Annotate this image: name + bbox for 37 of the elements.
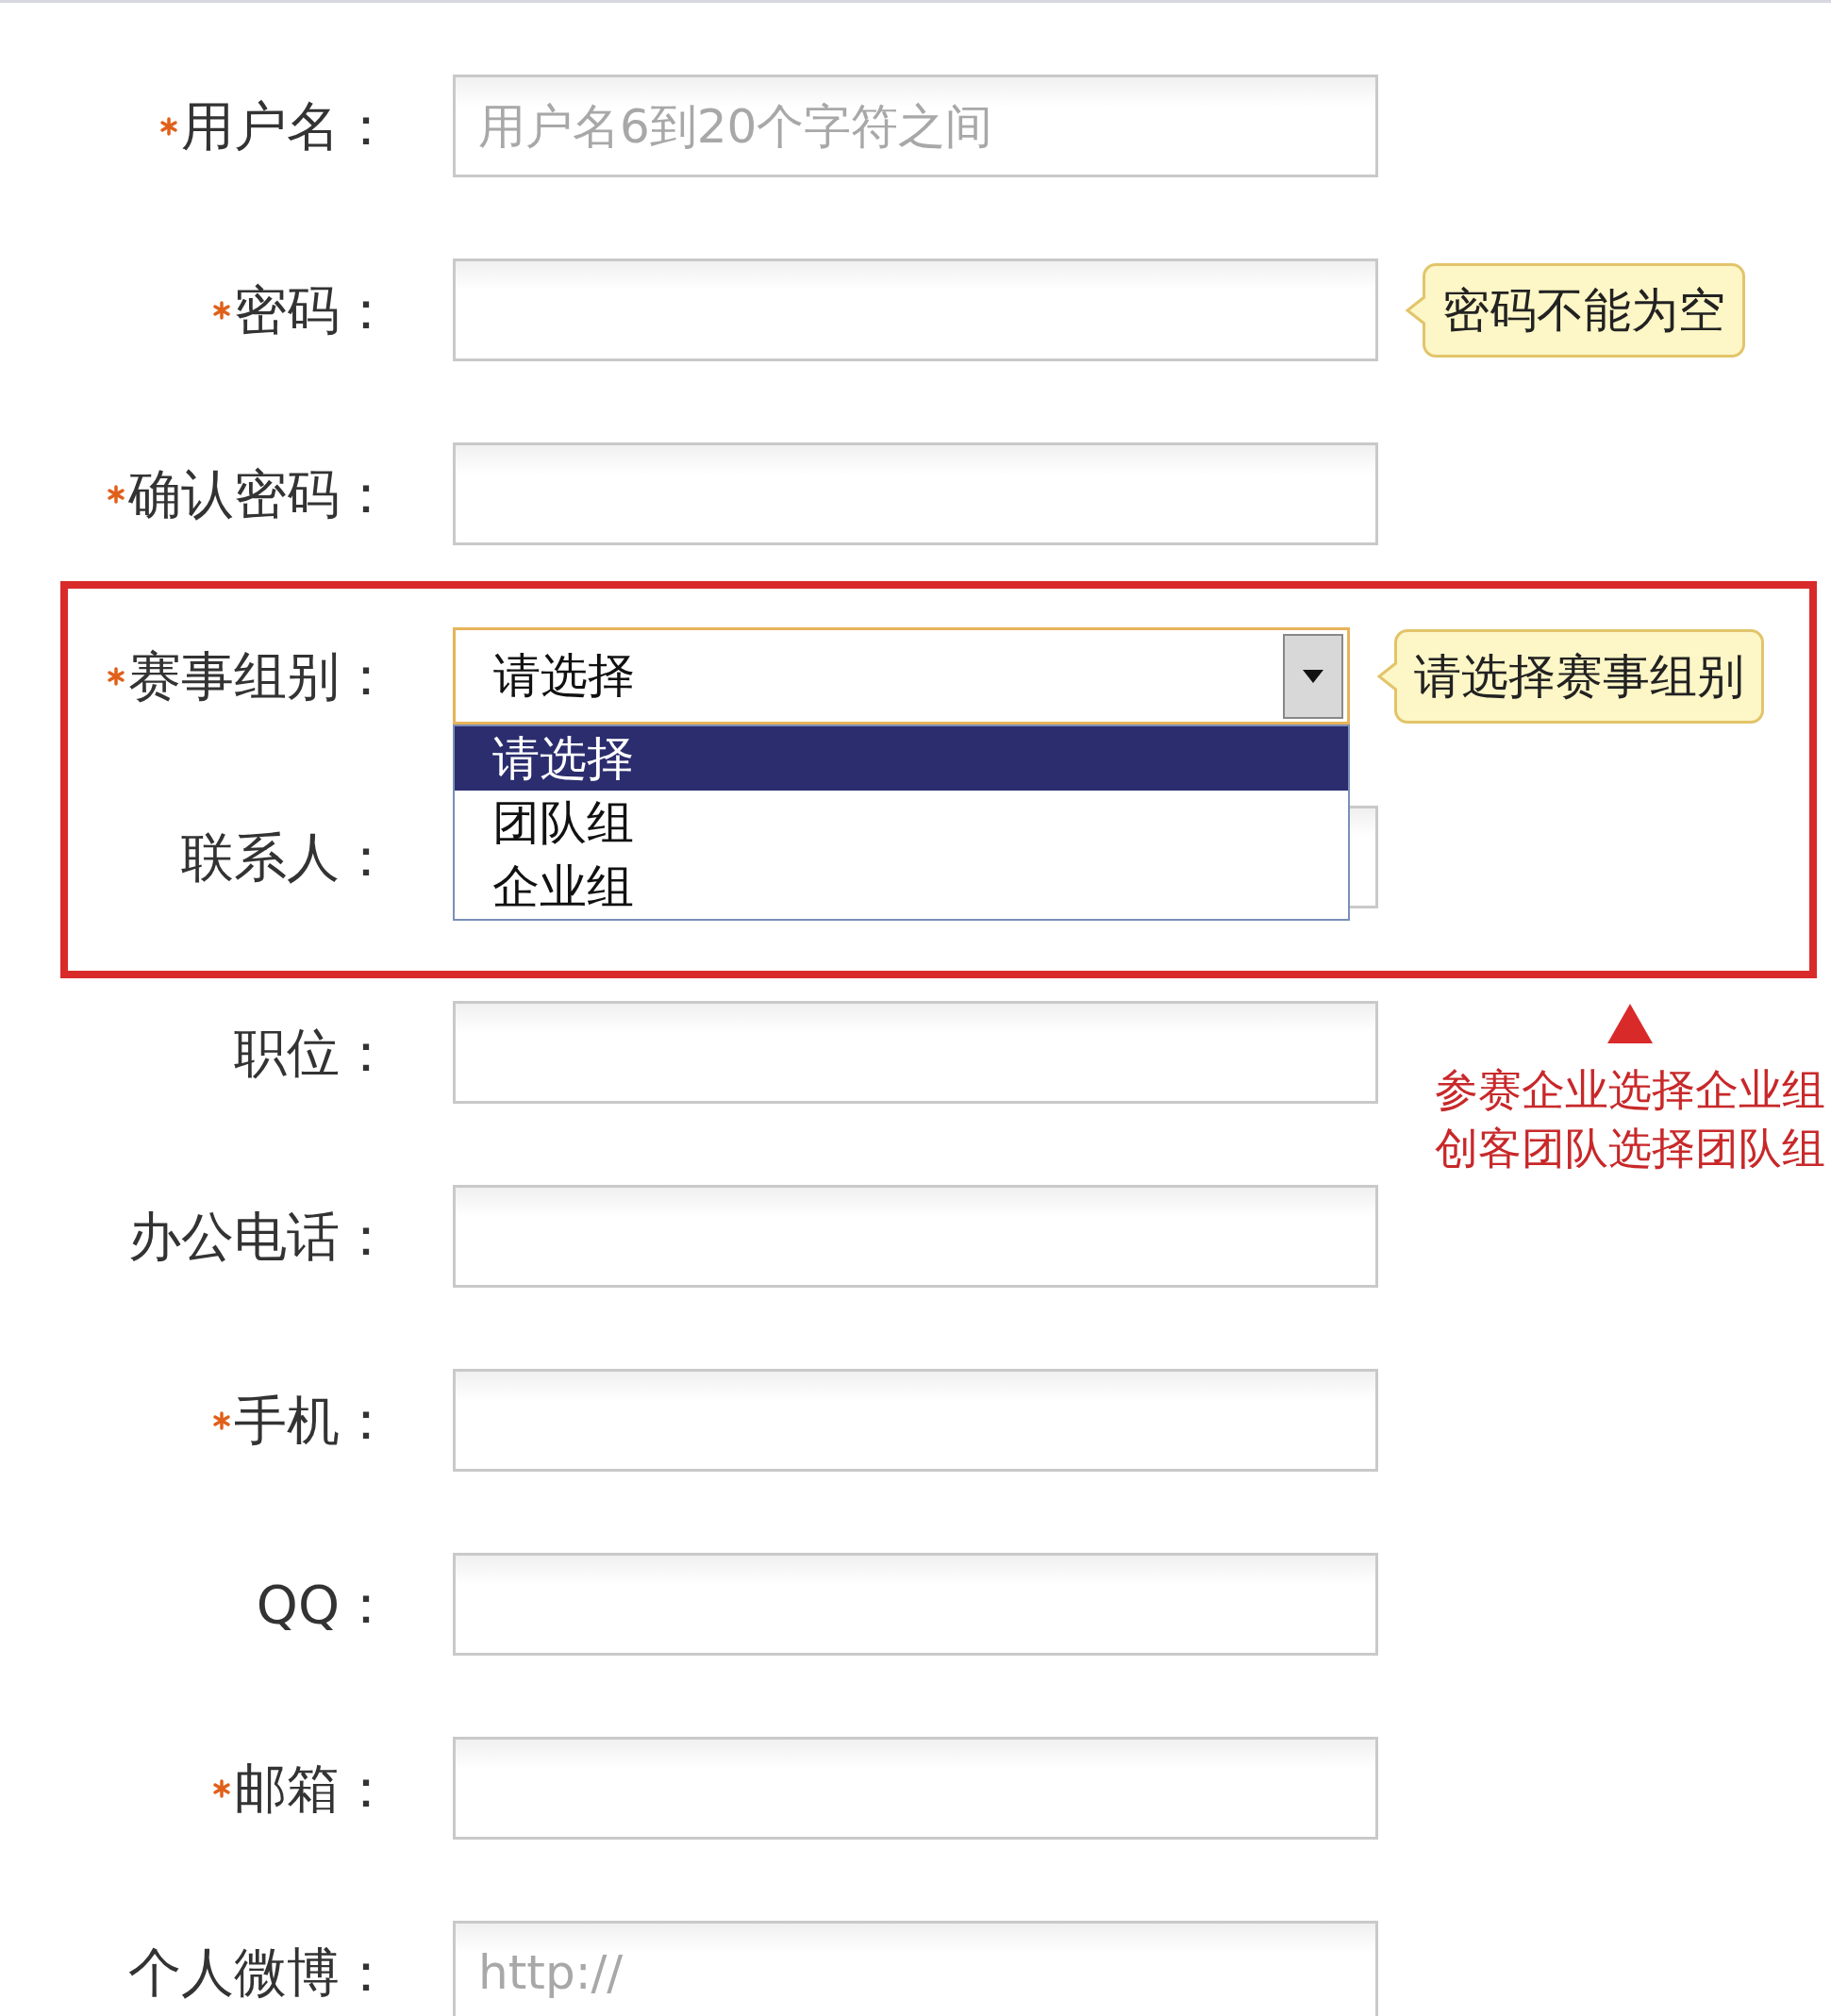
field-label: 办公电话： [128, 1204, 392, 1269]
field-label: 联系人： [181, 825, 392, 890]
field-label: 职位： [234, 1020, 392, 1085]
field-label: 确认密码： [128, 461, 392, 526]
field-label: QQ： [256, 1572, 392, 1637]
field-label: 密码： [234, 277, 392, 342]
caret-icon [1303, 669, 1323, 683]
text-field[interactable] [453, 258, 1378, 361]
dropdown-button[interactable] [1283, 633, 1343, 719]
text-field[interactable] [453, 442, 1378, 545]
annotation-text: 创客团队选择团队组 [1435, 1122, 1825, 1175]
text-field[interactable] [453, 1369, 1378, 1472]
required-icon [211, 299, 232, 321]
text-field[interactable] [453, 1001, 1378, 1104]
text-field[interactable]: http:// [453, 1921, 1378, 2016]
required-icon [211, 1777, 232, 1799]
category-select[interactable]: 请选择 [453, 627, 1350, 725]
required-icon [158, 115, 179, 137]
error-tooltip: 密码不能为空 [1423, 262, 1745, 358]
field-label: 用户名： [181, 93, 392, 158]
required-icon [211, 1409, 232, 1431]
required-icon [106, 665, 126, 687]
text-field[interactable] [453, 1185, 1378, 1288]
field-label: 赛事组别： [128, 643, 392, 708]
pointer-icon [1405, 293, 1425, 326]
text-field[interactable] [453, 1553, 1378, 1656]
pointer-icon [1376, 659, 1397, 692]
dropdown-option[interactable]: 请选择 [455, 726, 1348, 791]
field-label: 邮箱： [234, 1756, 392, 1821]
up-arrow-icon [1607, 1004, 1653, 1043]
field-label: 手机： [234, 1388, 392, 1453]
text-field[interactable]: 用户名6到20个字符之间 [453, 75, 1378, 177]
text-field[interactable] [453, 1737, 1378, 1840]
required-icon [106, 483, 126, 505]
annotation-text: 参赛企业选择企业组 [1435, 1063, 1825, 1117]
error-tooltip: 请选择赛事组别 [1394, 628, 1764, 724]
field-label: 个人微博： [128, 1940, 392, 2005]
